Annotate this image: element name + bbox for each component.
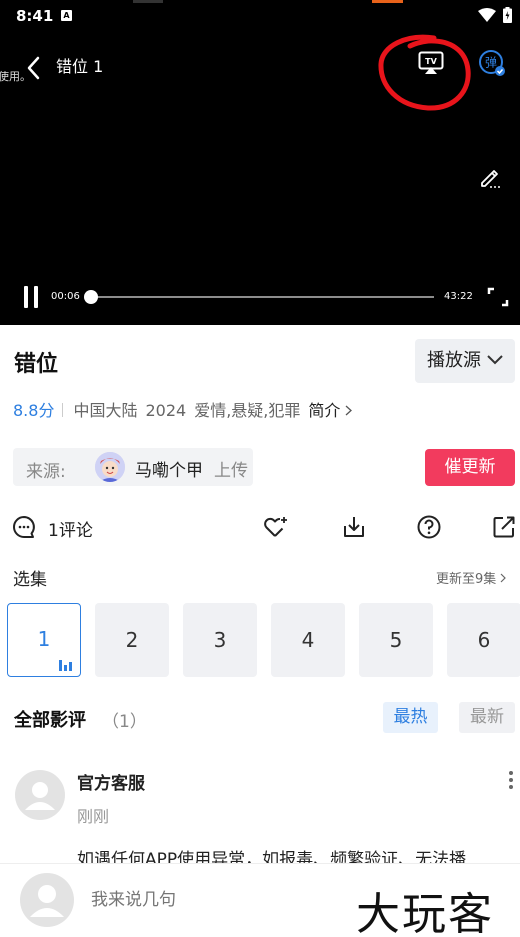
meta-divider [62, 403, 64, 417]
episodes-label: 选集 [13, 570, 47, 590]
tv-cast-icon[interactable]: TV [418, 51, 444, 75]
seek-bar[interactable] [83, 290, 434, 304]
comment-avatar[interactable] [15, 770, 65, 820]
episodes-update-text: 更新至9集 [436, 572, 497, 587]
sort-new-button[interactable]: 最新 [459, 702, 515, 733]
video-title: 错位 1 [56, 57, 104, 76]
danmu-toggle-icon[interactable]: 弹 [478, 49, 506, 77]
uploader-label: 来源: [26, 462, 66, 482]
back-arrow-icon[interactable] [24, 55, 44, 81]
episode-number: 3 [213, 628, 227, 652]
episodes-update-link[interactable]: 更新至9集 [436, 568, 507, 587]
battery-icon [503, 7, 512, 23]
edit-pencil-icon[interactable] [478, 165, 502, 189]
episode-number: 4 [301, 628, 315, 652]
download-icon[interactable] [341, 514, 367, 540]
episode-number: 6 [477, 628, 491, 652]
intro-label: 简介 [308, 401, 341, 420]
share-icon[interactable] [491, 514, 517, 540]
fullscreen-icon[interactable] [487, 287, 509, 307]
episode-number: 1 [37, 627, 51, 651]
video-player[interactable]: 8:41 A 使用。 错位 1 TV 弹 00:06 43:22 [0, 0, 520, 325]
episode-tile-5[interactable]: 5 [359, 603, 433, 677]
chevron-down-icon [487, 355, 503, 365]
comment-bubble-icon[interactable] [12, 515, 36, 539]
sort-hot-button[interactable]: 最热 [383, 702, 438, 733]
show-title: 错位 [14, 352, 59, 377]
intro-link[interactable]: 简介 [308, 401, 353, 420]
help-icon[interactable] [416, 514, 442, 540]
comment-input[interactable] [91, 890, 341, 910]
top-indicator-gray [133, 0, 163, 3]
uploader-avatar [95, 452, 125, 482]
status-time: 8:41 [16, 7, 54, 25]
danmu-label: 弹 [485, 56, 497, 70]
heart-plus-icon[interactable] [263, 514, 289, 540]
comment-author: 官方客服 [77, 774, 145, 794]
pause-icon[interactable] [22, 286, 40, 308]
episode-number: 2 [125, 628, 139, 652]
episode-tile-2[interactable]: 2 [95, 603, 169, 677]
status-bar: 8:41 A [0, 0, 520, 32]
chevron-right-icon [500, 573, 507, 583]
reviews-title: 全部影评 [14, 710, 86, 731]
total-time: 43:22 [444, 291, 473, 302]
episode-tile-6[interactable]: 6 [447, 603, 520, 677]
meta-row: 8.8分 中国大陆 2024 爱情,悬疑,犯罪 简介 [13, 397, 353, 421]
reviews-count: （1） [102, 712, 147, 732]
episode-tile-1[interactable]: 1 [7, 603, 81, 677]
watermark-logo: 大玩客 [356, 889, 494, 937]
chevron-right-icon [346, 405, 353, 416]
user-avatar[interactable] [20, 873, 74, 927]
bottom-comment-bar: 大玩客 [0, 863, 520, 937]
cast-label: TV [425, 57, 437, 66]
play-source-button[interactable]: 播放源 [415, 339, 515, 383]
uploader-info[interactable]: 来源: 马嘞个甲 上传 [13, 448, 253, 486]
comment-count[interactable]: 1评论 [48, 516, 93, 541]
play-source-label: 播放源 [427, 350, 481, 371]
seek-thumb[interactable] [83, 290, 98, 304]
uploader-suffix: 上传 [214, 461, 248, 481]
uploader-name: 马嘞个甲 [135, 461, 203, 481]
episode-tile-3[interactable]: 3 [183, 603, 257, 677]
notification-a-icon: A [61, 10, 72, 21]
episode-tile-4[interactable]: 4 [271, 603, 345, 677]
urge-update-button[interactable]: 催更新 [425, 449, 515, 486]
playing-bars-icon [59, 659, 73, 671]
episode-number: 5 [389, 628, 403, 652]
year: 2024 [145, 401, 187, 420]
more-options-icon[interactable] [508, 770, 514, 790]
top-indicator-orange [372, 0, 403, 3]
region: 中国大陆 [73, 401, 138, 420]
current-time: 00:06 [51, 291, 80, 302]
genres: 爱情,悬疑,犯罪 [194, 401, 301, 420]
wifi-icon [478, 8, 496, 22]
score: 8.8分 [13, 401, 55, 420]
comment-time: 刚刚 [77, 807, 110, 826]
